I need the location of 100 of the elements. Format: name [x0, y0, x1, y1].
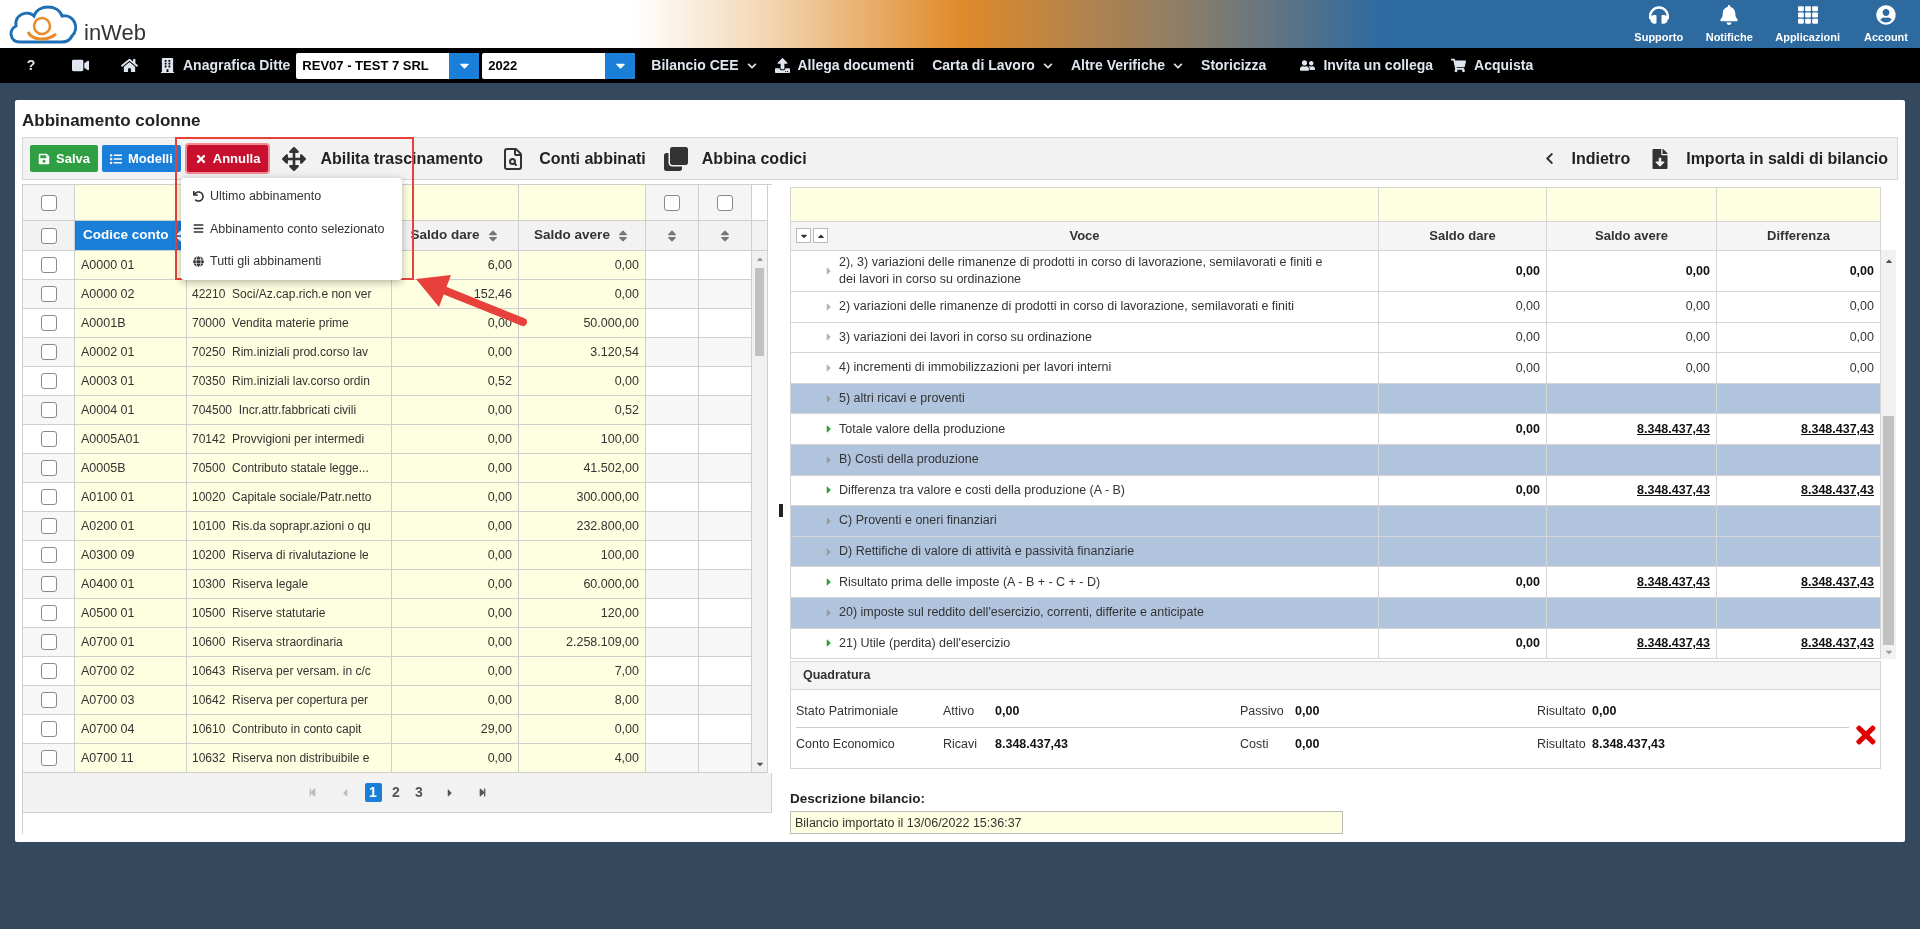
table-cell: 7,00	[519, 657, 646, 686]
nav-menu-item[interactable]: Storicizza	[1201, 55, 1267, 76]
checkbox[interactable]	[40, 402, 57, 418]
nav-menu-item[interactable]: Allega documenti	[774, 55, 915, 76]
checkbox[interactable]	[40, 634, 57, 650]
checkbox[interactable]	[40, 547, 57, 563]
page-button[interactable]: 3	[410, 783, 428, 802]
table-cell: A0400 01	[75, 570, 187, 599]
home-icon[interactable]	[121, 57, 138, 74]
page-button[interactable]: 2	[387, 783, 405, 802]
checkbox[interactable]	[40, 750, 57, 766]
checkbox[interactable]	[40, 286, 57, 302]
column-header[interactable]	[646, 221, 699, 251]
header-button[interactable]: Notifiche	[1705, 4, 1754, 45]
video-camera-icon[interactable]	[72, 57, 89, 74]
table-cell: 0,00	[1379, 322, 1547, 354]
nav-menu-item[interactable]: Altre Verifiche	[1070, 55, 1184, 76]
company-label: Anagrafica Ditte	[183, 56, 291, 75]
collapse-all-button[interactable]	[796, 228, 811, 243]
checkbox[interactable]	[40, 373, 57, 389]
list-icon	[110, 152, 122, 165]
row-label: D) Rettifiche di valore di attività e passività finanziarie	[839, 543, 1135, 561]
checkbox[interactable]	[40, 344, 57, 360]
table-cell: 0,00	[519, 280, 646, 309]
chevron-down-icon	[1042, 60, 1053, 71]
table-cell: 10300 Riserva legale	[187, 570, 392, 599]
toolbar-action[interactable]: Indietro	[1542, 146, 1631, 171]
checkbox[interactable]	[40, 227, 57, 244]
table-cell: 232.800,00	[519, 512, 646, 541]
row-label: 5) altri ricavi e proventi	[839, 390, 965, 408]
header-button[interactable]: Supporto	[1634, 4, 1684, 45]
table-cell: 41.502,00	[519, 454, 646, 483]
table-cell	[646, 251, 699, 280]
summary-label: Risultato	[1537, 703, 1587, 721]
move-icon	[282, 146, 307, 171]
table-cell: 0,00	[392, 541, 519, 570]
table-cell: 70142 Provvigioni per intermedi	[187, 425, 392, 454]
toolbar-button[interactable]: Modelli	[102, 145, 181, 172]
nav-menu-item[interactable]: Invita un collega	[1300, 55, 1434, 76]
header-button[interactable]: Applicazioni	[1775, 4, 1840, 45]
toolbar-action[interactable]: Importa in saldi di bilancio	[1650, 146, 1888, 171]
checkbox[interactable]	[40, 518, 57, 534]
table-cell: 10600 Riserva straordinaria	[187, 628, 392, 657]
table-cell	[646, 686, 699, 715]
table-cell: 10610 Contributo in conto capit	[187, 715, 392, 744]
table-cell: 10642 Riserva per copertura per	[187, 686, 392, 715]
checkbox[interactable]	[40, 721, 57, 737]
scroll-thumb[interactable]	[755, 268, 764, 356]
nav-menu-item[interactable]: Acquista	[1451, 55, 1534, 76]
summary-label: Passivo	[1240, 703, 1285, 721]
expand-all-button[interactable]	[813, 228, 828, 243]
page-button[interactable]: 1	[364, 783, 382, 802]
splitter-handle[interactable]	[779, 504, 783, 517]
year-select[interactable]: 2022	[482, 52, 636, 79]
table-cell: 0,00	[392, 512, 519, 541]
checkbox[interactable]	[40, 315, 57, 331]
checkbox[interactable]	[717, 194, 733, 211]
undo-icon	[193, 190, 204, 202]
scroll-thumb[interactable]	[1883, 416, 1894, 646]
checkbox[interactable]	[40, 576, 57, 592]
checkbox[interactable]	[40, 692, 57, 708]
table-cell: A0001B	[75, 309, 187, 338]
column-header[interactable]	[699, 221, 752, 251]
header-button[interactable]: Account	[1862, 4, 1910, 45]
toolbar-action[interactable]: Conti abbinati	[501, 146, 646, 171]
table-cell: 0,00	[1379, 475, 1547, 507]
toolbar-button[interactable]: Annulla	[186, 145, 269, 172]
table-cell: 0,00	[392, 425, 519, 454]
table-cell	[646, 280, 699, 309]
table-cell: 0,00	[1717, 322, 1881, 354]
nav-menu-item[interactable]: Carta di Lavoro	[932, 55, 1053, 76]
table-cell	[646, 338, 699, 367]
table-cell: 70350 Rim.iniziali lav.corso ordin	[187, 367, 392, 396]
table-cell: A0700 04	[75, 715, 187, 744]
description-field[interactable]: Bilancio importato il 13/06/2022 15:36:37	[790, 811, 1343, 835]
table-cell: 0,00	[1379, 628, 1547, 660]
brand-name: inWeb	[84, 22, 146, 46]
toolbar-action[interactable]: Abbina codici	[663, 146, 807, 171]
row-label: 2) variazioni delle rimanenze di prodotti in corso di lavorazione, semilavorati e finiti	[839, 298, 1295, 316]
checkbox[interactable]	[40, 194, 57, 211]
checkbox[interactable]	[40, 460, 57, 476]
table-cell: 0,00	[519, 367, 646, 396]
checkbox[interactable]	[40, 605, 57, 621]
checkbox[interactable]	[40, 489, 57, 505]
help-button[interactable]: ?	[24, 55, 38, 76]
checkbox[interactable]	[40, 663, 57, 679]
checkbox[interactable]	[664, 194, 680, 211]
checkbox[interactable]	[40, 431, 57, 447]
summary-value: 8.348.437,43	[995, 735, 1068, 753]
last-page-icon[interactable]	[477, 788, 487, 797]
table-cell: 0,00	[392, 338, 519, 367]
nav-menu-item[interactable]: Bilancio CEE	[651, 55, 757, 76]
table-cell	[646, 657, 699, 686]
table-cell: 10200 Riserva di rivalutazione le	[187, 541, 392, 570]
row-label: 3) variazioni dei lavori in corso su ordinazione	[839, 328, 1092, 346]
summary-value: 0,00	[995, 703, 1020, 721]
menu-item[interactable]: Ultimo abbinamento	[181, 186, 402, 206]
checkbox[interactable]	[40, 257, 57, 273]
company-select[interactable]: REV07 - TEST 7 SRL	[296, 52, 480, 79]
column-header[interactable]: Saldo avere	[519, 221, 646, 251]
